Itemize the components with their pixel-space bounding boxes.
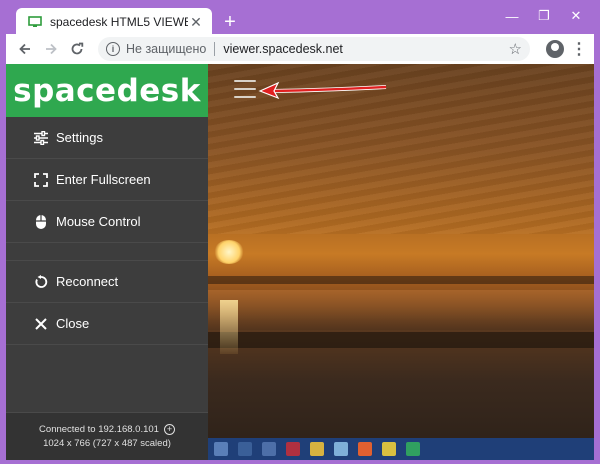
browser-menu-icon[interactable]: ⋮ (571, 38, 587, 60)
tab-title: spacedesk HTML5 VIEWER (50, 15, 188, 29)
forward-button[interactable] (38, 36, 64, 62)
taskbar-item[interactable] (214, 442, 228, 456)
back-arrow-icon (19, 43, 30, 55)
sidebar-item-close[interactable]: Close (6, 303, 208, 345)
close-icon (32, 316, 50, 332)
sidebar-item-label: Settings (56, 130, 103, 145)
omnibox-divider (214, 42, 216, 56)
info-icon[interactable]: i (106, 42, 120, 56)
sun-reflection (220, 300, 238, 354)
sidebar-item-fullscreen[interactable]: Enter Fullscreen (6, 159, 208, 201)
browser-window-frame: spacedesk HTML5 VIEWER ✕ + — ❐ ✕ i Не за… (0, 0, 600, 464)
reload-icon (71, 42, 84, 55)
reconnect-icon (32, 274, 50, 290)
spacedesk-logo: spacedesk (6, 64, 208, 117)
new-tab-button[interactable]: + (218, 10, 242, 34)
resolution-text: 1024 x 766 (727 x 487 scaled) (43, 437, 171, 449)
forward-arrow-icon (46, 43, 57, 55)
shore-water (206, 290, 594, 330)
reload-button[interactable] (64, 36, 90, 62)
tab-close-icon[interactable]: ✕ (188, 14, 204, 31)
taskbar-item[interactable] (334, 442, 348, 456)
sidebar-item-reconnect[interactable]: Reconnect (6, 261, 208, 303)
fullscreen-icon (32, 172, 50, 188)
browser-toolbar: i Не защищено viewer.spacedesk.net ☆ ⋮ (6, 34, 594, 64)
window-close-button[interactable]: ✕ (562, 4, 590, 28)
monitor-icon (28, 16, 42, 28)
sidebar-item-mouse-control[interactable]: Mouse Control (6, 201, 208, 243)
hamburger-menu-icon[interactable] (234, 80, 256, 98)
url-text[interactable]: viewer.spacedesk.net (223, 42, 343, 56)
address-bar[interactable]: i Не защищено viewer.spacedesk.net ☆ (98, 37, 530, 61)
connection-status-text: Connected to 192.168.0.101 (39, 423, 159, 435)
star-icon[interactable]: ☆ (509, 40, 522, 58)
sun (214, 240, 244, 264)
taskbar-item[interactable] (358, 442, 372, 456)
sliders-icon (32, 130, 50, 146)
taskbar-item[interactable] (262, 442, 276, 456)
restore-button[interactable]: ❐ (530, 4, 558, 28)
tab-strip: spacedesk HTML5 VIEWER ✕ + — ❐ ✕ (6, 4, 594, 36)
taskbar-item[interactable] (310, 442, 324, 456)
taskbar-item[interactable] (286, 442, 300, 456)
shore-dark (206, 332, 594, 348)
remote-taskbar[interactable] (208, 438, 594, 460)
sidebar-item-label: Reconnect (56, 274, 119, 289)
add-connection-icon[interactable]: + (163, 424, 175, 435)
sidebar-item-label: Enter Fullscreen (56, 172, 151, 187)
back-button[interactable] (12, 36, 38, 62)
sidebar-spacer (6, 243, 208, 261)
taskbar-item[interactable] (406, 442, 420, 456)
brand-text: spacedesk (13, 72, 201, 109)
page-content: spacedesk Settings Enter Fullscreen Mous… (6, 64, 594, 460)
horizon (206, 276, 594, 284)
minimize-button[interactable]: — (498, 4, 526, 28)
connection-status: Connected to 192.168.0.101 + 1024 x 766 … (6, 412, 208, 460)
taskbar-item[interactable] (382, 442, 396, 456)
browser-tab[interactable]: spacedesk HTML5 VIEWER ✕ (16, 8, 212, 36)
spacedesk-sidebar: spacedesk Settings Enter Fullscreen Mous… (6, 64, 208, 460)
annotation-arrow-icon (258, 81, 387, 100)
account-avatar-icon[interactable] (546, 40, 564, 58)
mouse-icon (32, 214, 50, 230)
sidebar-item-label: Close (56, 316, 90, 331)
sidebar-item-label: Mouse Control (56, 214, 141, 229)
taskbar-item[interactable] (238, 442, 252, 456)
security-label: Не защищено (126, 42, 207, 56)
sidebar-item-settings[interactable]: Settings (6, 117, 208, 159)
